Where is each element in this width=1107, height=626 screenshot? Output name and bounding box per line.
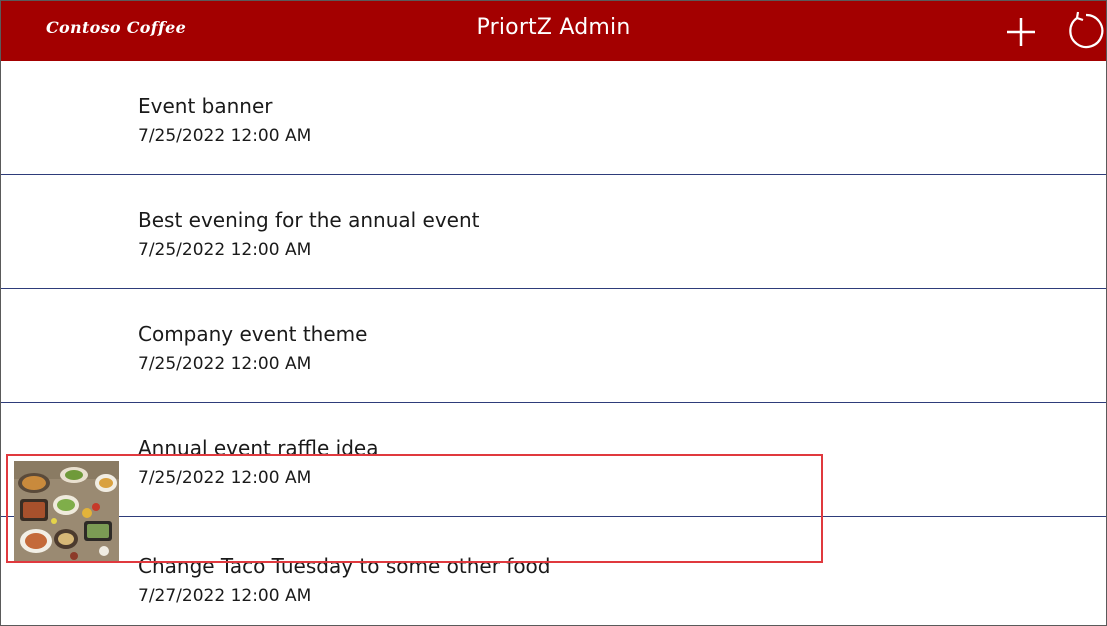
food-thumbnail [14, 461, 119, 561]
refresh-icon [1069, 11, 1104, 49]
list-item[interactable]: Company event theme 7/25/2022 12:00 AM [1, 289, 1106, 403]
list-item[interactable]: Best evening for the annual event 7/25/2… [1, 175, 1106, 289]
refresh-button[interactable] [1063, 10, 1105, 52]
item-title: Company event theme [138, 322, 368, 346]
plus-icon [1007, 18, 1035, 46]
list-item-selected[interactable]: Change Taco Tuesday to some other food 7… [1, 517, 1106, 625]
item-title: Change Taco Tuesday to some other food [138, 554, 551, 578]
item-date: 7/25/2022 12:00 AM [138, 126, 312, 146]
item-title: Best evening for the annual event [138, 208, 480, 232]
food-photo-icon [14, 461, 119, 561]
item-title: Annual event raffle idea [138, 436, 379, 460]
item-date: 7/25/2022 12:00 AM [138, 354, 312, 374]
item-date: 7/27/2022 12:00 AM [138, 586, 312, 606]
item-date: 7/25/2022 12:00 AM [138, 468, 312, 488]
app-window: Contoso Coffee PriortZ Admin Event banne… [0, 0, 1107, 626]
app-title: PriortZ Admin [476, 15, 631, 40]
app-header: Contoso Coffee PriortZ Admin [1, 1, 1106, 61]
item-list: Event banner 7/25/2022 12:00 AM Best eve… [1, 61, 1106, 625]
item-date: 7/25/2022 12:00 AM [138, 240, 312, 260]
add-button[interactable] [1000, 10, 1042, 52]
list-item[interactable]: Annual event raffle idea 7/25/2022 12:00… [1, 403, 1106, 517]
item-title: Event banner [138, 94, 273, 118]
list-item[interactable]: Event banner 7/25/2022 12:00 AM [1, 61, 1106, 175]
